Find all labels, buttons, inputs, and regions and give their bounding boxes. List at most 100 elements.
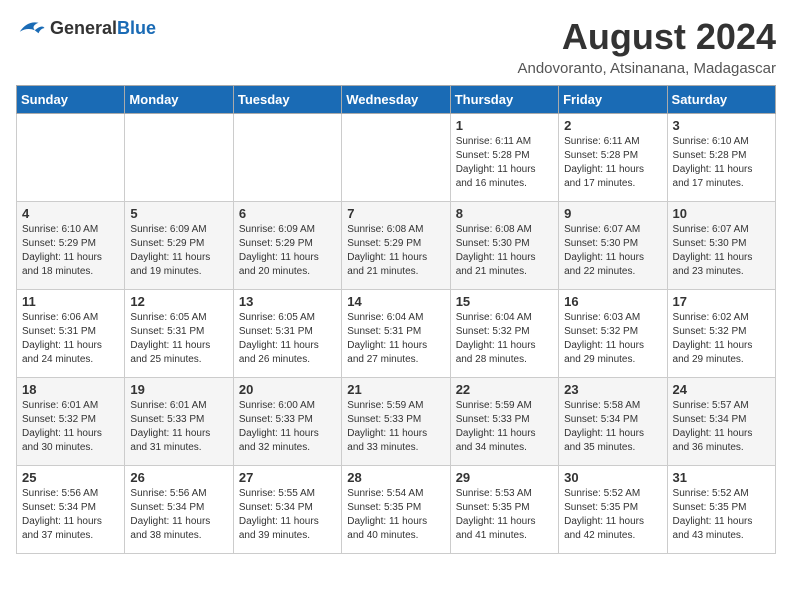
day-number: 25 (22, 470, 119, 485)
calendar-cell: 23Sunrise: 5:58 AM Sunset: 5:34 PM Dayli… (559, 378, 667, 466)
calendar-table: SundayMondayTuesdayWednesdayThursdayFrid… (16, 85, 776, 554)
weekday-header-saturday: Saturday (667, 86, 775, 114)
calendar-cell: 12 Sunrise: 6:05 AM Sunset: 5:31 PM Dayli… (125, 290, 233, 378)
calendar-cell: 17Sunrise: 6:02 AM Sunset: 5:32 PM Dayli… (667, 290, 775, 378)
day-info: Sunrise: 6:04 AM Sunset: 5:32 PM Dayligh… (456, 311, 553, 367)
logo-text-blue: Blue (117, 18, 156, 38)
day-info: Sunrise: 5:52 AM Sunset: 5:35 PM Dayligh… (673, 487, 770, 543)
calendar-cell: 11Sunrise: 6:06 AM Sunset: 5:31 PM Dayli… (17, 290, 125, 378)
calendar-week-row: 18 Sunrise: 6:01 AM Sunset: 5:32 PM Dayli… (17, 378, 776, 466)
calendar-week-row: 4 Sunrise: 6:10 AM Sunset: 5:29 PM Daylig… (17, 202, 776, 290)
day-info: Sunrise: 6:00 AM Sunset: 5:33 PM Dayligh… (239, 399, 336, 455)
day-info: Sunrise: 6:09 AM Sunset: 5:29 PM Dayligh… (239, 223, 336, 279)
weekday-header-wednesday: Wednesday (342, 86, 450, 114)
calendar-week-row: 11Sunrise: 6:06 AM Sunset: 5:31 PM Dayli… (17, 290, 776, 378)
day-number: 29 (456, 470, 553, 485)
day-number: 23 (564, 382, 661, 397)
calendar-cell: 29 Sunrise: 5:53 AM Sunset: 5:35 PM Dayli… (450, 466, 558, 554)
calendar-cell: 3 Sunrise: 6:10 AM Sunset: 5:28 PM Daylig… (667, 114, 775, 202)
day-info: Sunrise: 5:56 AM Sunset: 5:34 PM Dayligh… (130, 487, 227, 543)
day-number: 14 (347, 294, 444, 309)
day-info: Sunrise: 6:01 AM Sunset: 5:33 PM Dayligh… (130, 399, 227, 455)
weekday-header-tuesday: Tuesday (233, 86, 341, 114)
calendar-cell: 15 Sunrise: 6:04 AM Sunset: 5:32 PM Dayli… (450, 290, 558, 378)
day-info: Sunrise: 6:04 AM Sunset: 5:31 PM Dayligh… (347, 311, 444, 367)
day-number: 18 (22, 382, 119, 397)
calendar-cell: 2 Sunrise: 6:11 AM Sunset: 5:28 PM Daylig… (559, 114, 667, 202)
calendar-cell: 20Sunrise: 6:00 AM Sunset: 5:33 PM Dayli… (233, 378, 341, 466)
calendar-cell: 8Sunrise: 6:08 AM Sunset: 5:30 PM Daylig… (450, 202, 558, 290)
day-number: 7 (347, 206, 444, 221)
day-number: 10 (673, 206, 770, 221)
calendar-cell: 24 Sunrise: 5:57 AM Sunset: 5:34 PM Dayli… (667, 378, 775, 466)
day-info: Sunrise: 6:05 AM Sunset: 5:31 PM Dayligh… (130, 311, 227, 367)
day-number: 3 (673, 118, 770, 133)
weekday-header-row: SundayMondayTuesdayWednesdayThursdayFrid… (17, 86, 776, 114)
day-info: Sunrise: 6:07 AM Sunset: 5:30 PM Dayligh… (564, 223, 661, 279)
calendar-cell: 28 Sunrise: 5:54 AM Sunset: 5:35 PM Dayli… (342, 466, 450, 554)
calendar-cell (342, 114, 450, 202)
calendar-cell: 13Sunrise: 6:05 AM Sunset: 5:31 PM Dayli… (233, 290, 341, 378)
day-info: Sunrise: 5:55 AM Sunset: 5:34 PM Dayligh… (239, 487, 336, 543)
day-number: 22 (456, 382, 553, 397)
calendar-cell: 21 Sunrise: 5:59 AM Sunset: 5:33 PM Dayli… (342, 378, 450, 466)
day-number: 2 (564, 118, 661, 133)
weekday-header-sunday: Sunday (17, 86, 125, 114)
day-number: 28 (347, 470, 444, 485)
calendar-cell: 31 Sunrise: 5:52 AM Sunset: 5:35 PM Dayli… (667, 466, 775, 554)
calendar-cell: 26Sunrise: 5:56 AM Sunset: 5:34 PM Dayli… (125, 466, 233, 554)
calendar-cell: 16 Sunrise: 6:03 AM Sunset: 5:32 PM Dayli… (559, 290, 667, 378)
calendar-cell: 27 Sunrise: 5:55 AM Sunset: 5:34 PM Dayli… (233, 466, 341, 554)
month-year-title: August 2024 (517, 16, 776, 58)
day-info: Sunrise: 5:53 AM Sunset: 5:35 PM Dayligh… (456, 487, 553, 543)
logo-text-general: General (50, 18, 117, 38)
calendar-cell: 4 Sunrise: 6:10 AM Sunset: 5:29 PM Daylig… (17, 202, 125, 290)
day-number: 4 (22, 206, 119, 221)
day-number: 16 (564, 294, 661, 309)
calendar-cell (125, 114, 233, 202)
day-info: Sunrise: 5:57 AM Sunset: 5:34 PM Dayligh… (673, 399, 770, 455)
day-number: 19 (130, 382, 227, 397)
day-number: 21 (347, 382, 444, 397)
calendar-cell: 19 Sunrise: 6:01 AM Sunset: 5:33 PM Dayli… (125, 378, 233, 466)
day-info: Sunrise: 6:10 AM Sunset: 5:29 PM Dayligh… (22, 223, 119, 279)
calendar-week-row: 25 Sunrise: 5:56 AM Sunset: 5:34 PM Dayli… (17, 466, 776, 554)
day-number: 6 (239, 206, 336, 221)
day-info: Sunrise: 5:56 AM Sunset: 5:34 PM Dayligh… (22, 487, 119, 543)
day-number: 15 (456, 294, 553, 309)
calendar-cell: 22 Sunrise: 5:59 AM Sunset: 5:33 PM Dayli… (450, 378, 558, 466)
calendar-cell: 7 Sunrise: 6:08 AM Sunset: 5:29 PM Daylig… (342, 202, 450, 290)
calendar-cell: 25 Sunrise: 5:56 AM Sunset: 5:34 PM Dayli… (17, 466, 125, 554)
weekday-header-friday: Friday (559, 86, 667, 114)
logo-bird-icon (16, 16, 46, 40)
title-area: August 2024 Andovoranto, Atsinanana, Mad… (517, 16, 776, 77)
day-info: Sunrise: 5:54 AM Sunset: 5:35 PM Dayligh… (347, 487, 444, 543)
calendar-cell (17, 114, 125, 202)
day-info: Sunrise: 5:52 AM Sunset: 5:35 PM Dayligh… (564, 487, 661, 543)
day-info: Sunrise: 6:11 AM Sunset: 5:28 PM Dayligh… (456, 135, 553, 191)
calendar-cell: 5Sunrise: 6:09 AM Sunset: 5:29 PM Daylig… (125, 202, 233, 290)
day-info: Sunrise: 6:07 AM Sunset: 5:30 PM Dayligh… (673, 223, 770, 279)
day-info: Sunrise: 6:03 AM Sunset: 5:32 PM Dayligh… (564, 311, 661, 367)
day-number: 24 (673, 382, 770, 397)
day-number: 12 (130, 294, 227, 309)
calendar-cell: 18 Sunrise: 6:01 AM Sunset: 5:32 PM Dayli… (17, 378, 125, 466)
day-number: 1 (456, 118, 553, 133)
day-number: 31 (673, 470, 770, 485)
logo: GeneralBlue (16, 16, 156, 40)
calendar-cell (233, 114, 341, 202)
day-info: Sunrise: 5:59 AM Sunset: 5:33 PM Dayligh… (347, 399, 444, 455)
day-number: 27 (239, 470, 336, 485)
day-info: Sunrise: 6:11 AM Sunset: 5:28 PM Dayligh… (564, 135, 661, 191)
calendar-cell: 9Sunrise: 6:07 AM Sunset: 5:30 PM Daylig… (559, 202, 667, 290)
day-info: Sunrise: 6:08 AM Sunset: 5:29 PM Dayligh… (347, 223, 444, 279)
calendar-cell: 30Sunrise: 5:52 AM Sunset: 5:35 PM Dayli… (559, 466, 667, 554)
calendar-week-row: 1 Sunrise: 6:11 AM Sunset: 5:28 PM Daylig… (17, 114, 776, 202)
page-header: GeneralBlue August 2024 Andovoranto, Ats… (16, 16, 776, 77)
day-info: Sunrise: 6:01 AM Sunset: 5:32 PM Dayligh… (22, 399, 119, 455)
weekday-header-monday: Monday (125, 86, 233, 114)
weekday-header-thursday: Thursday (450, 86, 558, 114)
day-info: Sunrise: 5:59 AM Sunset: 5:33 PM Dayligh… (456, 399, 553, 455)
day-info: Sunrise: 6:02 AM Sunset: 5:32 PM Dayligh… (673, 311, 770, 367)
day-info: Sunrise: 6:10 AM Sunset: 5:28 PM Dayligh… (673, 135, 770, 191)
